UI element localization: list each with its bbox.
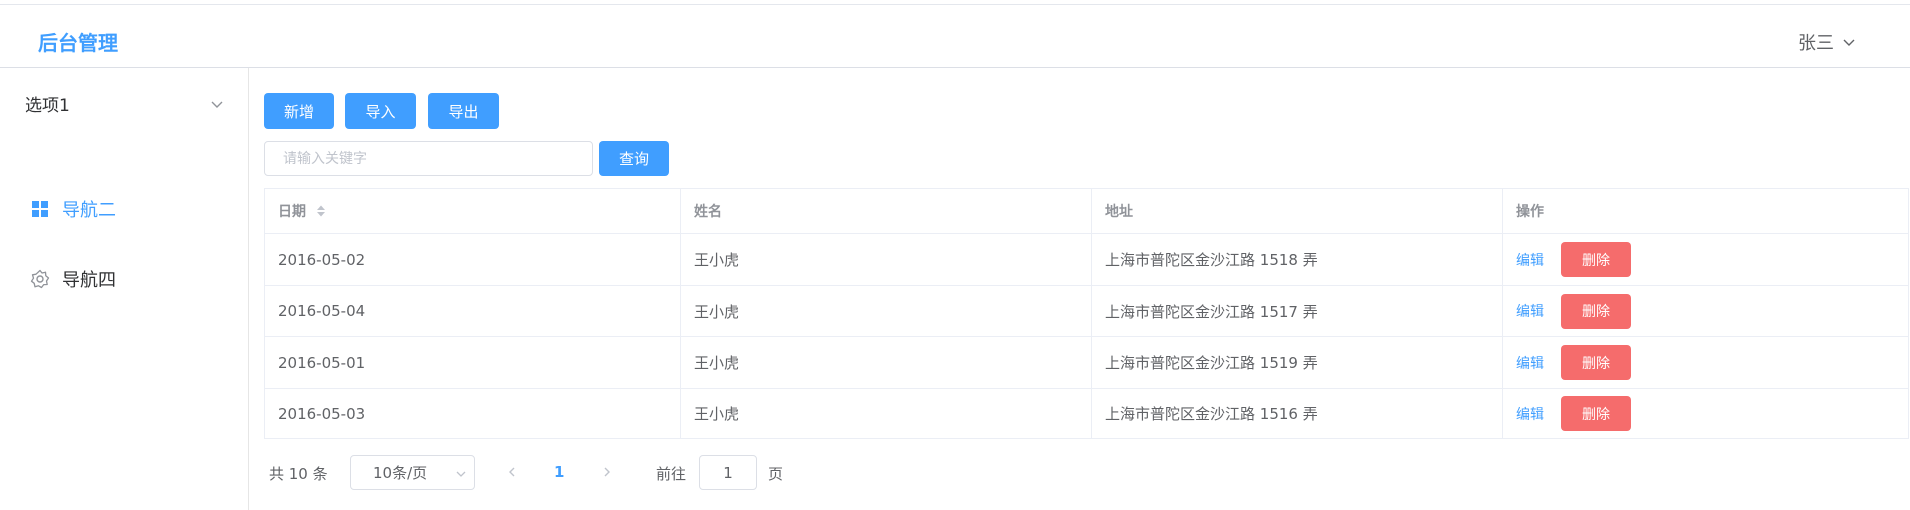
chevron-left-icon[interactable] — [506, 466, 518, 478]
query-button[interactable]: 查询 — [599, 141, 669, 176]
delete-button[interactable]: 删除 — [1561, 345, 1631, 380]
user-dropdown[interactable]: 张三 — [1798, 29, 1856, 55]
cell-address: 上海市普陀区金沙江路 1518 弄 — [1091, 234, 1502, 285]
cell-date: 2016-05-01 — [278, 353, 366, 372]
user-name: 张三 — [1798, 33, 1834, 54]
add-button[interactable]: 新增 — [264, 93, 334, 129]
chevron-down-icon — [211, 101, 223, 108]
delete-button[interactable]: 删除 — [1561, 242, 1631, 277]
sidebar-submenu-option1[interactable]: 选项1 — [0, 68, 249, 138]
pagination: 共 10 条 10条/页 1 前往 页 — [264, 455, 864, 490]
sort-icon[interactable] — [316, 204, 326, 218]
sidebar-item-label: 导航四 — [62, 270, 116, 291]
app-header: 后台管理 张三 — [0, 5, 1910, 68]
column-header-actions: 操作 — [1502, 189, 1908, 233]
sidebar-item-label: 导航二 — [62, 200, 116, 221]
edit-link[interactable]: 编辑 — [1516, 404, 1544, 424]
sidebar: 选项1 导航二 导航四 — [0, 68, 249, 510]
cell-name: 王小虎 — [680, 337, 1091, 388]
gear-icon — [30, 269, 50, 289]
chevron-down-icon — [1843, 39, 1855, 46]
cell-address: 上海市普陀区金沙江路 1519 弄 — [1091, 337, 1502, 388]
sidebar-item-nav4[interactable]: 导航四 — [0, 244, 249, 314]
data-table: 日期 姓名 地址 操作 2016-05-02 王小虎 上海市普陀区金沙江路 15… — [264, 188, 1909, 439]
cell-name: 王小虎 — [680, 389, 1091, 438]
table-row: 2016-05-04 王小虎 上海市普陀区金沙江路 1517 弄 编辑 删除 — [265, 286, 1908, 337]
export-button[interactable]: 导出 — [428, 93, 499, 129]
table-row: 2016-05-01 王小虎 上海市普陀区金沙江路 1519 弄 编辑 删除 — [265, 337, 1908, 389]
cell-actions: 编辑 删除 — [1502, 234, 1908, 285]
cell-name: 王小虎 — [680, 286, 1091, 336]
pagination-total: 共 10 条 — [269, 465, 328, 483]
chevron-down-icon — [456, 471, 466, 477]
edit-link[interactable]: 编辑 — [1516, 353, 1544, 373]
cell-actions: 编辑 删除 — [1502, 389, 1908, 438]
cell-date: 2016-05-03 — [278, 404, 366, 423]
table-row: 2016-05-03 王小虎 上海市普陀区金沙江路 1516 弄 编辑 删除 — [265, 389, 1908, 438]
edit-link[interactable]: 编辑 — [1516, 250, 1544, 270]
sidebar-item-nav2[interactable]: 导航二 — [0, 174, 249, 244]
delete-button[interactable]: 删除 — [1561, 396, 1631, 431]
submenu-label: 选项1 — [25, 95, 70, 116]
cell-address: 上海市普陀区金沙江路 1516 弄 — [1091, 389, 1502, 438]
page-size-value: 10条/页 — [373, 464, 428, 482]
cell-address: 上海市普陀区金沙江路 1517 弄 — [1091, 286, 1502, 336]
page-number-current[interactable]: 1 — [554, 463, 564, 481]
cell-actions: 编辑 删除 — [1502, 286, 1908, 336]
grid-icon — [32, 201, 48, 217]
cell-date: 2016-05-02 — [278, 250, 366, 269]
search-input[interactable] — [264, 141, 593, 176]
column-header-name: 姓名 — [680, 189, 1091, 233]
delete-button[interactable]: 删除 — [1561, 293, 1631, 329]
cell-date: 2016-05-04 — [278, 302, 366, 320]
goto-label: 前往 — [656, 465, 687, 483]
table-row: 2016-05-02 王小虎 上海市普陀区金沙江路 1518 弄 编辑 删除 — [265, 234, 1908, 286]
import-button[interactable]: 导入 — [345, 93, 416, 129]
chevron-right-icon[interactable] — [601, 466, 613, 478]
page-size-select[interactable]: 10条/页 — [350, 455, 475, 490]
table-header: 日期 姓名 地址 操作 — [265, 189, 1908, 234]
column-header-address: 地址 — [1091, 189, 1502, 233]
app-title: 后台管理 — [38, 31, 118, 55]
page-unit-label: 页 — [768, 465, 784, 483]
cell-actions: 编辑 删除 — [1502, 337, 1908, 388]
cell-name: 王小虎 — [680, 234, 1091, 285]
column-header-date[interactable]: 日期 — [265, 189, 680, 233]
goto-page-input[interactable] — [699, 455, 757, 490]
edit-link[interactable]: 编辑 — [1516, 301, 1544, 321]
